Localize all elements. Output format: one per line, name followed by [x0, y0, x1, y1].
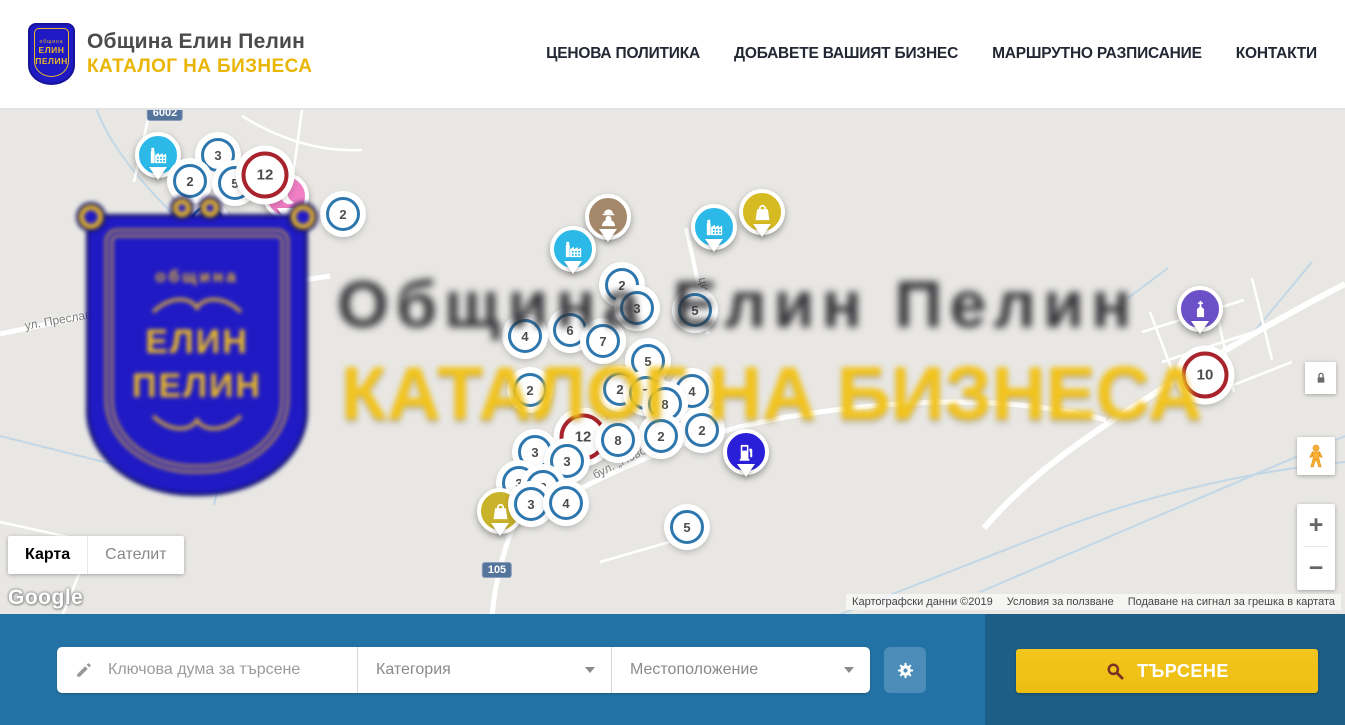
map-cluster-marker[interactable]: 7: [586, 324, 620, 358]
map-zoom-control: + −: [1297, 504, 1335, 590]
main-nav: ЦЕНОВА ПОЛИТИКА ДОБАВЕТЕ ВАШИЯТ БИЗНЕС М…: [546, 45, 1317, 63]
keyword-search-input[interactable]: [106, 660, 357, 680]
nav-item-pricing[interactable]: ЦЕНОВА ПОЛИТИКА: [546, 45, 700, 63]
location-dropdown-label: Местоположение: [630, 661, 758, 679]
category-dropdown[interactable]: Категория: [358, 647, 612, 693]
search-button-label: ТЪРСЕНЕ: [1137, 661, 1229, 682]
map-pin-marker-factory[interactable]: [550, 226, 596, 272]
nav-item-contacts[interactable]: КОНТАКТИ: [1236, 45, 1317, 63]
map-cluster-marker[interactable]: 3: [550, 444, 584, 478]
keyword-field: [57, 647, 358, 693]
lock-button[interactable]: [1305, 362, 1336, 394]
map-cluster-marker[interactable]: 5: [631, 344, 665, 378]
map-pin-marker-church[interactable]: [1177, 286, 1223, 332]
map-cluster-marker[interactable]: 4: [508, 319, 542, 353]
satellite-view-button[interactable]: Сателит: [88, 536, 183, 574]
map-cluster-marker[interactable]: 8: [601, 423, 635, 457]
site-logo[interactable]: община ЕЛИН ПЕЛИН Община Елин Пелин КАТА…: [28, 23, 312, 85]
map-cluster-marker[interactable]: 2: [513, 373, 547, 407]
map-view-button[interactable]: Карта: [8, 536, 88, 574]
pegman-icon: [1303, 442, 1329, 470]
page: община ЕЛИН ПЕЛИН Община Елин Пелин КАТА…: [0, 0, 1345, 725]
map-cluster-marker[interactable]: 3: [514, 487, 548, 521]
map-copyright-text: Картографски данни ©2019: [852, 596, 993, 608]
map-cluster-marker[interactable]: 2: [173, 164, 207, 198]
map-cluster-marker[interactable]: 2: [685, 413, 719, 447]
map-pin-marker-factory[interactable]: [691, 204, 737, 250]
map-cluster-marker[interactable]: 10: [1182, 352, 1229, 399]
map-cluster-marker[interactable]: 5: [670, 510, 704, 544]
map-cluster-marker[interactable]: 2: [190, 206, 224, 240]
google-logo[interactable]: Google: [8, 586, 83, 610]
category-dropdown-label: Категория: [376, 661, 451, 679]
site-header: община ЕЛИН ПЕЛИН Община Елин Пелин КАТА…: [0, 0, 1345, 110]
zoom-in-button[interactable]: +: [1297, 504, 1335, 546]
chevron-down-icon: [844, 667, 854, 678]
map-cluster-marker[interactable]: 6: [553, 313, 587, 347]
map-pin-marker-factory[interactable]: [135, 132, 181, 178]
site-subtitle: КАТАЛОГ НА БИЗНЕСА: [87, 56, 312, 78]
crest-name-line1: ЕЛИН: [39, 45, 65, 55]
pegman-streetview-button[interactable]: [1297, 437, 1335, 475]
logo-text: Община Елин Пелин КАТАЛОГ НА БИЗНЕСА: [87, 30, 312, 78]
location-dropdown[interactable]: Местоположение: [612, 647, 870, 693]
nav-item-route-schedule[interactable]: МАРШРУТНО РАЗПИСАНИЕ: [992, 45, 1202, 63]
search-form: Категория Местоположение: [57, 647, 870, 693]
nav-item-add-business[interactable]: ДОБАВЕТЕ ВАШИЯТ БИЗНЕС: [734, 45, 958, 63]
search-bar: Категория Местоположение ТЪРСЕНЕ: [0, 614, 1345, 725]
map-cluster-marker[interactable]: 2: [644, 419, 678, 453]
map-pin-marker-worker[interactable]: [585, 194, 631, 240]
zoom-out-button[interactable]: −: [1297, 547, 1335, 589]
map-pin-marker-fuel[interactable]: [723, 429, 769, 475]
map-cluster-marker[interactable]: 5: [678, 293, 712, 327]
pencil-icon: [75, 661, 93, 679]
map-cluster-marker[interactable]: 3: [518, 435, 552, 469]
municipality-crest-logo: община ЕЛИН ПЕЛИН: [28, 23, 75, 85]
search-button[interactable]: ТЪРСЕНЕ: [1016, 649, 1318, 693]
report-map-error-link[interactable]: Подаване на сигнал за грешка в картата: [1128, 596, 1335, 608]
terms-of-use-link[interactable]: Условия за ползване: [1007, 596, 1114, 608]
crest-name-line2: ПЕЛИН: [35, 56, 68, 66]
lock-icon: [1313, 370, 1329, 386]
map-cluster-marker[interactable]: 4: [549, 486, 583, 520]
map-type-control: Карта Сателит: [8, 536, 184, 574]
map-pin-marker-bag[interactable]: [739, 189, 785, 235]
map-cluster-marker[interactable]: 12: [242, 152, 289, 199]
map-attribution: Картографски данни ©2019 Условия за полз…: [846, 594, 1341, 610]
chevron-down-icon: [585, 667, 595, 678]
site-title: Община Елин Пелин: [87, 30, 312, 54]
map-canvas[interactable]: 6002105ул. Преславбул. „Новоселци 232512…: [0, 110, 1345, 614]
search-icon: [1105, 661, 1125, 681]
settings-button[interactable]: [884, 647, 926, 693]
map-cluster-marker[interactable]: 8: [648, 387, 682, 421]
map-cluster-marker[interactable]: 3: [620, 291, 654, 325]
map-cluster-marker[interactable]: 2: [326, 197, 360, 231]
gear-icon: [895, 660, 916, 681]
